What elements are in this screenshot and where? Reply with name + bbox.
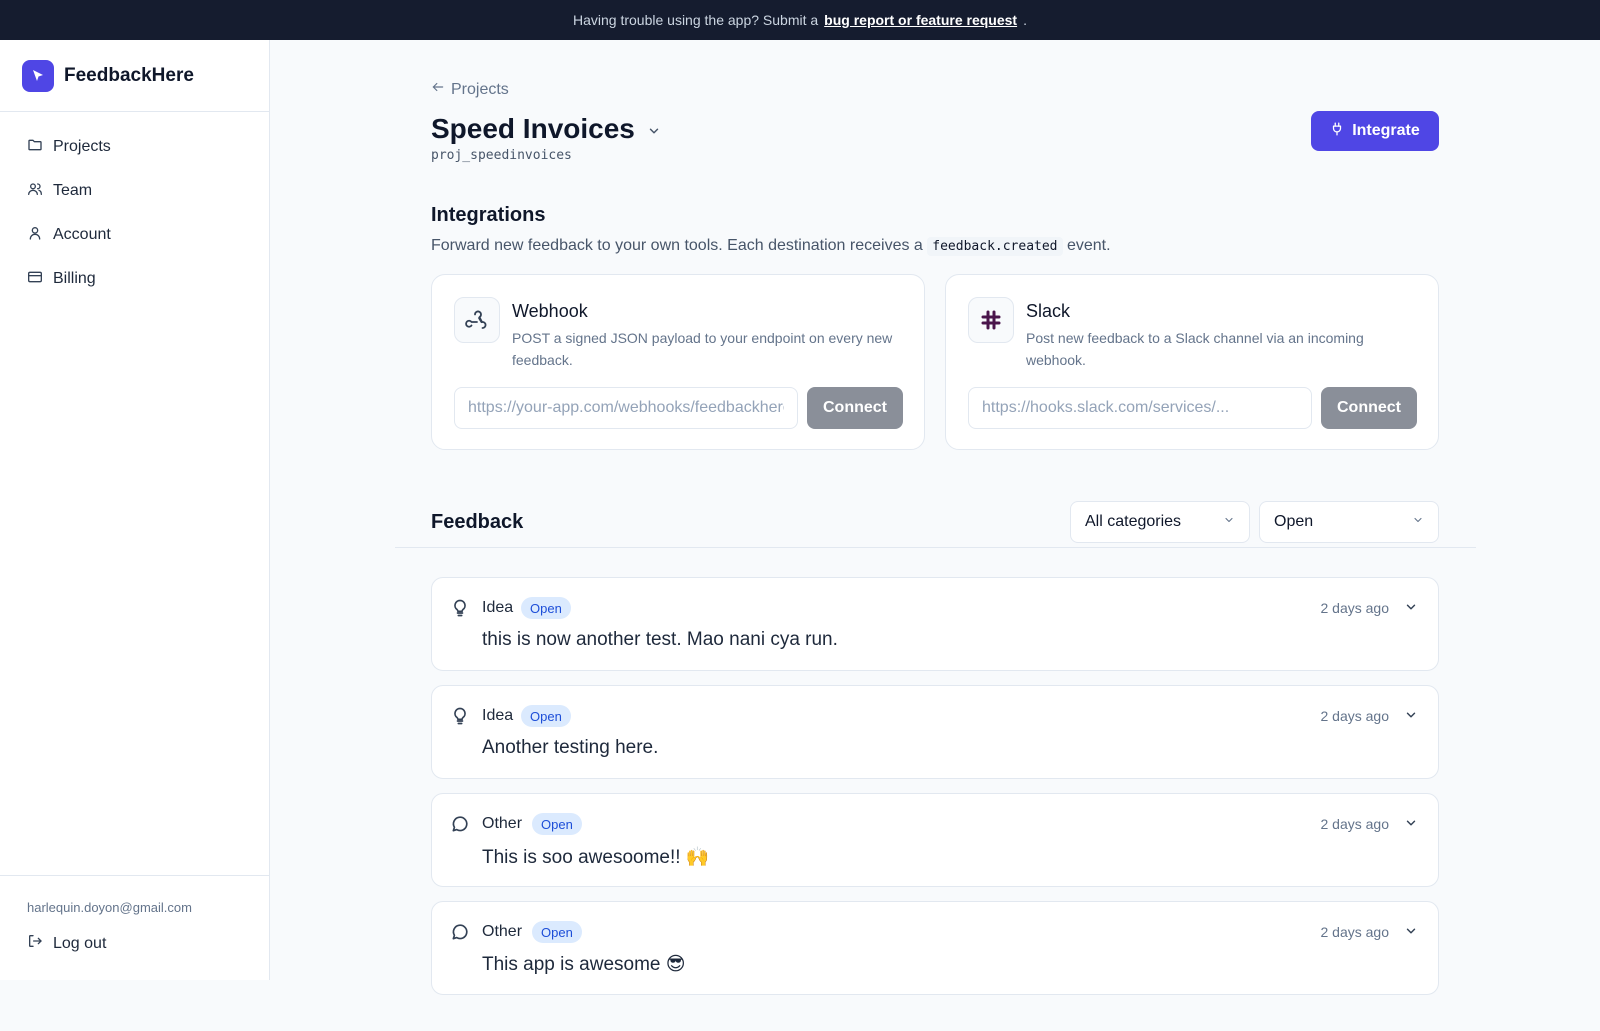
category-filter-select[interactable]: All categories	[1070, 501, 1250, 543]
feedback-time: 2 days ago	[1320, 816, 1390, 832]
chevron-down-icon	[1412, 513, 1424, 531]
sidebar-nav: Projects Team Account Billing	[0, 112, 269, 301]
sidebar-footer: harlequin.doyon@gmail.com Log out	[0, 875, 269, 980]
feedback-time: 2 days ago	[1320, 708, 1390, 724]
feedback-item[interactable]: Idea Open 2 days ago this is now another…	[431, 577, 1439, 671]
project-id: proj_speedinvoices	[431, 148, 572, 163]
feedback-category: Other	[482, 815, 523, 832]
sidebar-item-label: Billing	[53, 270, 96, 287]
feedback-item[interactable]: Other Open 2 days ago This is soo awesoo…	[431, 793, 1439, 887]
chevron-down-icon	[647, 113, 661, 145]
brand-logo-icon	[22, 59, 54, 92]
integration-description: POST a signed JSON payload to your endpo…	[512, 330, 893, 368]
brand[interactable]: FeedbackHere	[0, 40, 269, 112]
sidebar-item-billing[interactable]: Billing	[0, 257, 269, 301]
feedback-text: This is soo awesoome!! 🙌	[482, 847, 710, 868]
status-badge: Open	[532, 921, 582, 943]
integrations-description: Forward new feedback to your own tools. …	[431, 237, 1111, 256]
integration-name: Webhook	[512, 301, 588, 321]
status-badge: Open	[532, 813, 582, 835]
feedback-text: Another testing here.	[482, 737, 659, 758]
sidebar-item-account[interactable]: Account	[0, 213, 269, 257]
feedback-item[interactable]: Other Open 2 days ago This app is awesom…	[431, 901, 1439, 995]
sidebar-item-projects[interactable]: Projects	[0, 125, 269, 169]
webhook-icon	[454, 297, 500, 343]
sidebar: FeedbackHere Projects Team Account Billi…	[0, 40, 270, 980]
plug-icon	[1330, 121, 1344, 142]
banner-text: Having trouble using the app? Submit a	[573, 12, 819, 28]
brand-name: FeedbackHere	[64, 64, 194, 86]
status-filter-value: Open	[1274, 513, 1314, 530]
expand-chevron-icon[interactable]	[1404, 924, 1418, 943]
lightbulb-icon	[450, 598, 470, 623]
user-email: harlequin.doyon@gmail.com	[27, 900, 192, 915]
message-circle-icon	[450, 922, 470, 947]
webhook-integration-card: Webhook POST a signed JSON payload to yo…	[431, 274, 925, 450]
feedback-time: 2 days ago	[1320, 924, 1390, 940]
project-name: Speed Invoices	[431, 113, 635, 144]
feedback-text: this is now another test. Mao nani cya r…	[482, 629, 838, 650]
event-name-code: feedback.created	[927, 237, 1063, 256]
feedback-title: Feedback	[431, 511, 524, 533]
integrations-desc-text: Forward new feedback to your own tools. …	[431, 237, 923, 254]
feedback-text: This app is awesome 😎	[482, 954, 686, 975]
arrow-left-icon	[431, 80, 445, 99]
webhook-connect-button[interactable]: Connect	[807, 387, 903, 429]
credit-card-icon	[27, 269, 43, 290]
integrations-title: Integrations	[431, 204, 546, 226]
section-divider	[395, 547, 1476, 548]
webhook-url-input[interactable]	[454, 387, 798, 429]
sidebar-item-label: Account	[53, 226, 111, 243]
feedback-category: Other	[482, 923, 523, 940]
back-to-projects-link[interactable]: Projects	[431, 80, 509, 99]
user-icon	[27, 225, 43, 246]
project-title[interactable]: Speed Invoices	[431, 113, 661, 145]
bug-report-link[interactable]: bug report or feature request	[824, 12, 1017, 28]
integrations-desc-suffix: event.	[1066, 237, 1111, 254]
expand-chevron-icon[interactable]	[1404, 708, 1418, 727]
sidebar-item-label: Team	[53, 182, 93, 199]
logout-button[interactable]: Log out	[27, 933, 269, 954]
status-badge: Open	[521, 705, 571, 727]
slack-integration-card: Slack Post new feedback to a Slack chann…	[945, 274, 1439, 450]
feedback-item[interactable]: Idea Open 2 days ago Another testing her…	[431, 685, 1439, 779]
status-filter-select[interactable]: Open	[1259, 501, 1439, 543]
slack-connect-button[interactable]: Connect	[1321, 387, 1417, 429]
chevron-down-icon	[1223, 513, 1235, 531]
integrate-button[interactable]: Integrate	[1311, 111, 1439, 151]
lightbulb-icon	[450, 706, 470, 731]
expand-chevron-icon[interactable]	[1404, 600, 1418, 619]
feedback-category: Idea	[482, 599, 514, 616]
sidebar-item-team[interactable]: Team	[0, 169, 269, 213]
folder-icon	[27, 137, 43, 158]
integration-name: Slack	[1026, 301, 1071, 321]
status-badge: Open	[521, 597, 571, 619]
message-circle-icon	[450, 814, 470, 839]
slack-url-input[interactable]	[968, 387, 1312, 429]
logout-label: Log out	[53, 934, 107, 952]
banner-suffix: .	[1023, 12, 1027, 28]
users-icon	[27, 181, 43, 202]
feedback-time: 2 days ago	[1320, 600, 1390, 616]
expand-chevron-icon[interactable]	[1404, 816, 1418, 835]
feedback-category: Idea	[482, 707, 514, 724]
integration-description: Post new feedback to a Slack channel via…	[1026, 330, 1364, 368]
top-banner: Having trouble using the app? Submit a b…	[0, 0, 1600, 40]
category-filter-value: All categories	[1085, 513, 1182, 530]
main-content: Projects Speed Invoices proj_speedinvoic…	[270, 40, 1600, 1031]
back-label: Projects	[451, 80, 509, 98]
sidebar-item-label: Projects	[53, 138, 111, 155]
integrate-label: Integrate	[1352, 122, 1420, 139]
slack-icon	[968, 297, 1014, 343]
logout-icon	[27, 933, 43, 954]
